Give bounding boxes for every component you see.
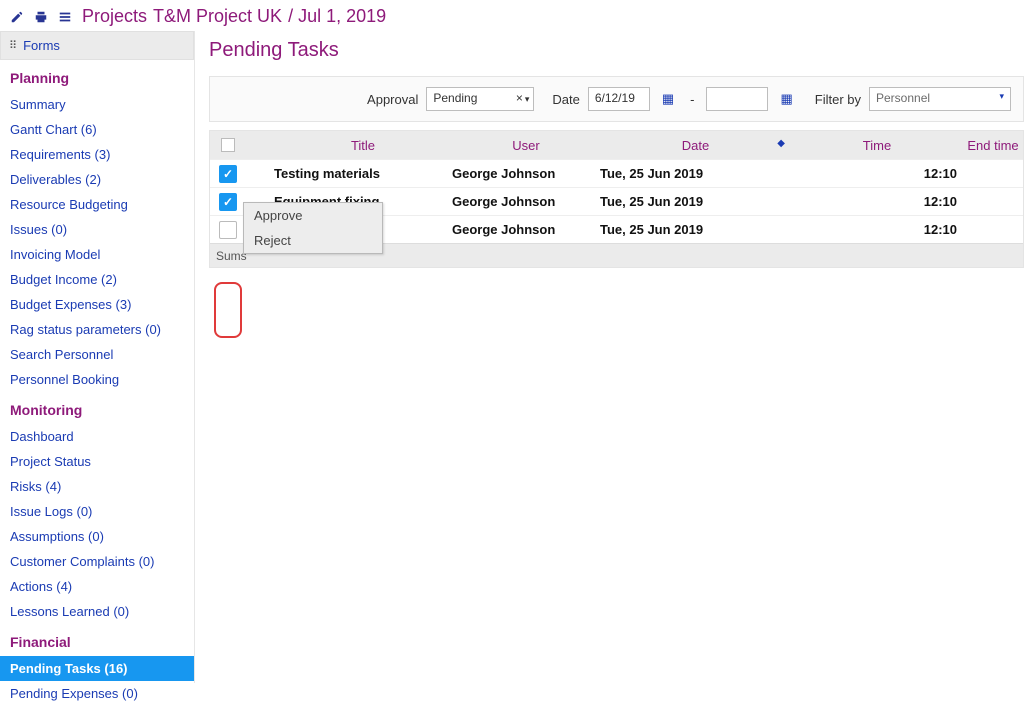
sort-icon: ◆ [777,138,785,149]
approval-label: Approval [367,92,418,107]
cell-time: 12:10 [791,194,963,209]
sidebar-group-header: Financial [0,624,194,656]
col-date[interactable]: Date◆ [600,138,791,153]
row-checkbox[interactable] [219,165,237,183]
sidebar-item[interactable]: Budget Income (2) [0,267,194,292]
edit-icon[interactable] [10,10,24,24]
sidebar-item[interactable]: Pending Expenses (0) [0,681,194,706]
sidebar-group-header: Monitoring [0,392,194,424]
sidebar-item[interactable]: Resource Budgeting [0,192,194,217]
calendar-icon[interactable]: ▦ [780,91,792,107]
sidebar-item[interactable]: Customer Complaints (0) [0,549,194,574]
print-icon[interactable] [34,10,48,24]
breadcrumb-project[interactable]: T&M Project UK [153,6,282,27]
cell-time: 12:10 [791,222,963,237]
col-time[interactable]: Time [791,138,963,153]
date-from-input[interactable]: 6/12/19 [588,87,650,111]
breadcrumb: Projects T&M Project UK / Jul 1, 2019 [82,6,386,27]
sidebar-item[interactable]: Personnel Booking [0,367,194,392]
row-checkbox[interactable] [219,193,237,211]
sidebar-item[interactable]: Issue Logs (0) [0,499,194,524]
cell-title: Testing materials [274,166,452,181]
approval-select[interactable]: Pending ×▾ [426,87,534,111]
menu-icon[interactable] [58,10,72,24]
row-checkbox[interactable] [219,221,237,239]
col-endtime[interactable]: End time [963,138,1023,153]
sidebar-item[interactable]: Deliverables (2) [0,167,194,192]
breadcrumb-date: / Jul 1, 2019 [288,6,386,27]
sidebar-item[interactable]: Invoicing Model [0,242,194,267]
sidebar-item[interactable]: Project Status [0,449,194,474]
context-reject[interactable]: Reject [244,228,382,253]
cell-user: George Johnson [452,166,600,181]
page-title: Pending Tasks [209,39,1024,62]
col-user[interactable]: User [452,138,600,153]
context-menu: Approve Reject [243,202,383,254]
table-row[interactable]: Testing materialsGeorge JohnsonTue, 25 J… [210,159,1023,187]
sidebar-item[interactable]: Dashboard [0,424,194,449]
sidebar-item[interactable]: Risks (4) [0,474,194,499]
sidebar-item[interactable]: Budget Expenses (3) [0,292,194,317]
cell-user: George Johnson [452,222,600,237]
annotation-highlight [214,282,242,338]
filterby-label: Filter by [815,92,861,107]
sidebar-item[interactable]: Rag status parameters (0) [0,317,194,342]
sidebar-item[interactable]: Actions (4) [0,574,194,599]
forms-label: Forms [23,38,60,53]
sidebar-group-header: Planning [0,60,194,92]
forms-header[interactable]: ⠿ Forms [0,31,194,60]
sidebar-item[interactable]: Pending Tasks (16) [0,656,194,681]
table-header: Title User Date◆ Time End time [210,131,1023,159]
calendar-icon[interactable]: ▦ [662,91,674,107]
sidebar-item[interactable]: Summary [0,92,194,117]
main: Pending Tasks Approval Pending ×▾ Date 6… [195,31,1024,683]
date-to-input[interactable] [706,87,768,111]
cell-time: 12:10 [791,166,963,181]
sidebar-item[interactable]: Issues (0) [0,217,194,242]
filterby-select[interactable]: Personnel ▾ [869,87,1011,111]
breadcrumb-projects[interactable]: Projects [82,6,147,27]
select-all-checkbox[interactable] [221,138,235,152]
context-approve[interactable]: Approve [244,203,382,228]
date-dash: - [690,92,694,107]
sidebar-item[interactable]: Assumptions (0) [0,524,194,549]
cell-date: Tue, 25 Jun 2019 [600,194,791,209]
cell-user: George Johnson [452,194,600,209]
cell-date: Tue, 25 Jun 2019 [600,222,791,237]
sidebar-item[interactable]: Gantt Chart (6) [0,117,194,142]
sidebar-item[interactable]: Lessons Learned (0) [0,599,194,624]
sidebar-item[interactable]: Requirements (3) [0,142,194,167]
sidebar-item[interactable]: Search Personnel [0,342,194,367]
sidebar: ⠿ Forms PlanningSummaryGantt Chart (6)Re… [0,31,195,683]
col-title[interactable]: Title [274,138,452,153]
filters-bar: Approval Pending ×▾ Date 6/12/19 ▦ - ▦ F… [209,76,1024,122]
top-bar: Projects T&M Project UK / Jul 1, 2019 [0,0,1024,31]
cell-date: Tue, 25 Jun 2019 [600,166,791,181]
date-label: Date [552,92,579,107]
top-icons [10,10,72,24]
grid-icon: ⠿ [9,39,17,52]
